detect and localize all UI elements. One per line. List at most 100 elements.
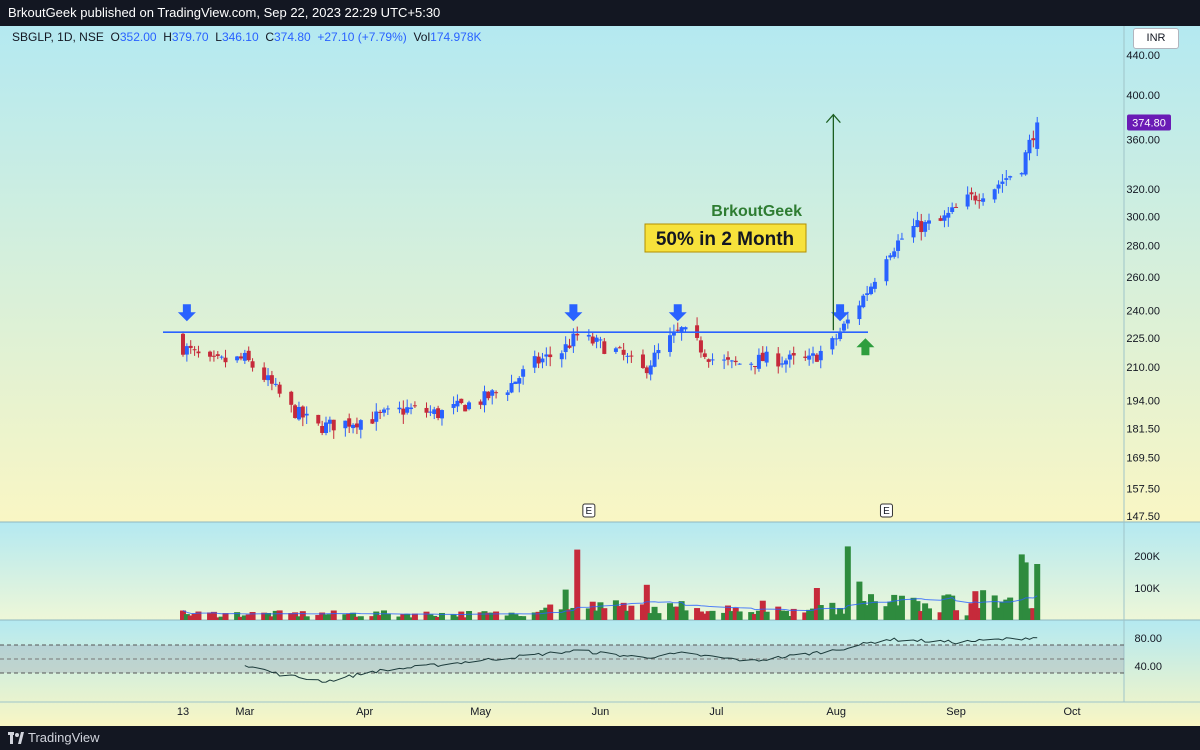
- price-tick-label: 225.00: [1126, 333, 1160, 345]
- candle-body: [327, 419, 332, 424]
- candle-body: [679, 327, 684, 332]
- candle-body: [830, 338, 835, 350]
- price-pane-bg: [0, 26, 1200, 522]
- candle-body: [548, 354, 553, 358]
- candle-body: [602, 341, 607, 354]
- candle-body: [1008, 176, 1013, 178]
- close-value: 374.80: [274, 30, 311, 44]
- tradingview-logo-icon: [8, 732, 24, 744]
- candle-body: [219, 356, 224, 358]
- candle-body: [992, 189, 997, 200]
- candle-body: [269, 375, 274, 384]
- candle-body: [648, 365, 653, 375]
- time-tick-label: 13: [177, 706, 189, 718]
- rsi-tick-label: 80.00: [1134, 633, 1162, 645]
- volume-bar: [330, 610, 337, 620]
- symbol-name: SBGLP, 1D, NSE: [12, 30, 104, 44]
- candle-body: [211, 355, 216, 357]
- volume-bar: [1034, 564, 1041, 620]
- candle-body: [1035, 122, 1040, 149]
- candle-body: [791, 353, 796, 356]
- candle-body: [374, 411, 379, 422]
- candle-body: [954, 206, 959, 208]
- vol-value: 174.978K: [430, 30, 482, 44]
- candle-body: [242, 352, 247, 361]
- volume-bar: [844, 546, 851, 620]
- candle-body: [184, 346, 189, 355]
- candle-body: [455, 400, 460, 407]
- candle-body: [598, 339, 603, 341]
- time-tick-label: Oct: [1063, 706, 1080, 718]
- candle-body: [621, 349, 626, 355]
- candle-body: [196, 351, 201, 354]
- volume-bar: [384, 613, 391, 620]
- candle-body: [532, 356, 537, 368]
- candle-body: [965, 194, 970, 207]
- price-tick-label: 210.00: [1126, 362, 1160, 374]
- candle-body: [486, 391, 491, 399]
- candle-body: [235, 356, 240, 361]
- candle-body: [807, 355, 812, 360]
- author-label: BrkoutGeek: [711, 203, 802, 220]
- volume-bar: [493, 611, 500, 620]
- candle-body: [926, 220, 931, 224]
- volume-bar: [303, 616, 310, 620]
- rsi-tick-label: 40.00: [1134, 661, 1162, 673]
- time-tick-label: Apr: [356, 706, 373, 718]
- candle-body: [463, 405, 468, 412]
- currency-button[interactable]: INR: [1133, 28, 1179, 49]
- earnings-marker-label: E: [586, 506, 593, 517]
- candle-body: [617, 347, 622, 349]
- candle-body: [629, 355, 634, 357]
- time-tick-label: Jun: [592, 706, 610, 718]
- candle-body: [347, 418, 352, 427]
- price-tick-label: 320.00: [1126, 184, 1160, 196]
- candle-body: [776, 353, 781, 367]
- high-label: H: [163, 30, 172, 44]
- candle-body: [764, 351, 769, 363]
- candle-body: [536, 356, 541, 364]
- candle-body: [946, 212, 951, 218]
- price-tick-label: 147.50: [1126, 511, 1160, 523]
- close-label: C: [265, 30, 274, 44]
- candle-body: [725, 357, 730, 360]
- candle-body: [586, 334, 591, 337]
- candle-body: [811, 353, 816, 356]
- candle-body: [869, 286, 874, 295]
- price-tick-label: 440.00: [1126, 50, 1160, 62]
- candle-body: [787, 354, 792, 360]
- volume-bar: [763, 611, 770, 620]
- candle-body: [845, 319, 850, 324]
- candle-body: [409, 407, 414, 410]
- candle-body: [803, 356, 808, 358]
- price-tick-label: 194.00: [1126, 395, 1160, 407]
- time-tick-label: Jul: [709, 706, 723, 718]
- volume-tick-label: 200K: [1134, 551, 1160, 563]
- volume-tick-label: 100K: [1134, 583, 1160, 595]
- candle-body: [439, 410, 444, 419]
- candle-body: [1031, 138, 1036, 141]
- candle-body: [490, 390, 495, 396]
- volume-bar: [249, 612, 256, 620]
- candle-body: [320, 425, 325, 433]
- candle-body: [753, 366, 758, 368]
- candle-body: [1004, 178, 1009, 180]
- chart-svg[interactable]: E E 440.00 400.00 360.00 320.00 300.00 280.00 2…: [0, 26, 1200, 726]
- candle-body: [973, 195, 978, 201]
- volume-bar: [601, 608, 608, 620]
- candle-body: [513, 381, 518, 385]
- candle-body: [884, 259, 889, 282]
- candle-body: [378, 411, 383, 413]
- candle-body: [706, 359, 711, 362]
- low-value: 346.10: [221, 30, 259, 44]
- candle-body: [942, 215, 947, 221]
- time-tick-label: May: [470, 706, 491, 718]
- candle-body: [865, 293, 870, 295]
- candle-body: [571, 333, 576, 347]
- candle-body: [370, 419, 375, 424]
- symbol-legend: SBGLP, 1D, NSE O352.00 H379.70 L346.10 C…: [12, 30, 482, 44]
- candle-body: [262, 367, 267, 380]
- high-value: 379.70: [171, 30, 209, 44]
- candle-body: [567, 345, 572, 348]
- candle-body: [397, 407, 402, 410]
